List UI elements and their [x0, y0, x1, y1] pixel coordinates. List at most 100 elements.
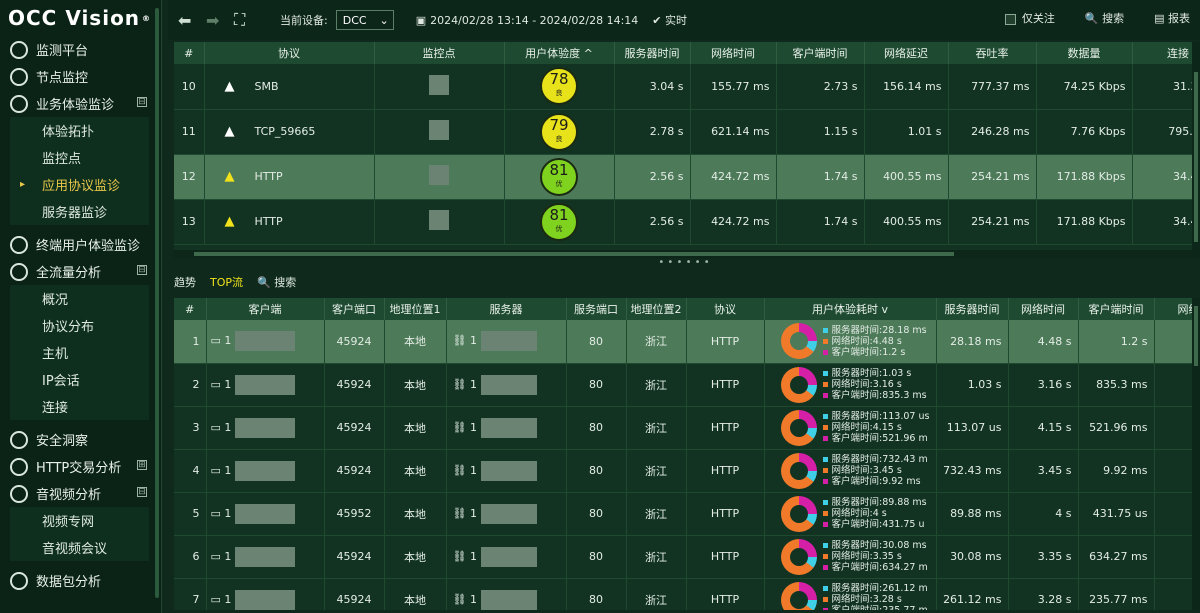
legend-swatch [822, 371, 828, 376]
column-header[interactable]: 用户体验耗时 v [764, 298, 937, 320]
expand-toggle-icon[interactable]: ⊟ [137, 97, 147, 107]
sidebar-item-4[interactable]: 全流量分析 ⊟ [0, 258, 161, 285]
column-header[interactable]: # [174, 298, 207, 320]
table-row[interactable]: 12 ▲ HTTP 81 优 2.56 s 424.72 ms 1.74 s 400.55 ms… [174, 154, 1200, 200]
protocol-name: HTTP [254, 170, 283, 183]
sidebar-subitem[interactable]: 应用协议监诊 [10, 171, 149, 198]
sidebar-subitem[interactable]: 服务器监诊 [10, 198, 149, 225]
legend-swatch [822, 393, 828, 398]
column-header[interactable]: 连接 [1132, 42, 1200, 64]
sidebar-item-6[interactable]: HTTP交易分析 ⊞ [0, 453, 161, 480]
only-focus-checkbox[interactable]: 仅关注 [1004, 10, 1055, 26]
sidebar-subitem[interactable]: 主机 [10, 339, 149, 366]
time-range[interactable]: ▣ 2024/02/28 13:14 - 2024/02/28 14:14 [416, 14, 639, 27]
row-index: 13 [174, 199, 205, 245]
client-cell: ▭ 1 [206, 492, 325, 536]
experience-score-cell: 79 良 [504, 109, 615, 155]
legend-label: 服务器时间: [831, 583, 883, 594]
column-header[interactable]: 协议 [204, 42, 375, 64]
sidebar-item-3[interactable]: 终端用户体验监诊 [0, 231, 161, 258]
table-row[interactable]: 7 ▭ 1 45924 本地 ⛓ 1 80 浙江 HTTP 服务器时间:261.12 m 网络时间… [174, 578, 1194, 610]
time-breakdown-legend: 服务器时间:28.18 ms 网络时间:4.48 s 客户端时间:1.2 s [822, 325, 931, 358]
column-header[interactable]: 服务器时间 [614, 42, 691, 64]
column-header[interactable]: 客户端口 [324, 298, 385, 320]
column-header[interactable]: 监控点 [374, 42, 505, 64]
table-row[interactable]: 11 ▲ TCP_59665 79 良 2.78 s 621.14 ms 1.15 s 1.01… [174, 109, 1200, 155]
column-header[interactable]: 客户端 [206, 298, 325, 320]
sidebar-subitem[interactable]: 体验拓扑 [10, 117, 149, 144]
column-header[interactable]: 客户端时间 [776, 42, 865, 64]
expand-toggle-icon[interactable]: ⊟ [137, 487, 147, 497]
column-header[interactable]: 协议 [686, 298, 765, 320]
experience-time-cell: 服务器时间:732.43 m 网络时间:3.45 s 客户端时间:9.92 ms [764, 449, 937, 493]
sidebar-item-5[interactable]: 安全洞察 [0, 426, 161, 453]
redacted-client-ip [235, 417, 296, 438]
column-header[interactable]: 服务器 [446, 298, 567, 320]
column-header[interactable]: 地理位置2 [626, 298, 687, 320]
time-breakdown-donut [780, 409, 817, 446]
cell-cli: 2.73 s [776, 64, 865, 110]
sidebar-subitem[interactable]: 概况 [10, 285, 149, 312]
panel-splitter[interactable]: • • • • • • [168, 258, 1200, 270]
protocol-table-vscroll[interactable] [1192, 42, 1200, 250]
column-header[interactable]: 地理位置1 [384, 298, 447, 320]
tab-search[interactable]: 🔍 搜索 [257, 274, 296, 290]
column-header[interactable]: 服务端口 [566, 298, 627, 320]
top-flow-vscroll[interactable] [1192, 298, 1200, 610]
forward-arrow-icon[interactable]: ➡ [206, 11, 224, 30]
legend-value: 634.27 m [882, 562, 928, 573]
checkbox-icon [1004, 13, 1016, 25]
sidebar-item-7[interactable]: 音视频分析 ⊟ [0, 480, 161, 507]
legend-line: 服务器时间:89.88 ms [822, 497, 931, 508]
report-button[interactable]: ▤ 报表 [1154, 10, 1190, 26]
table-row[interactable]: 6 ▭ 1 45924 本地 ⛓ 1 80 浙江 HTTP 服务器时间:30.08 ms 网络时间… [174, 535, 1194, 579]
column-header[interactable]: 网络延 [1154, 298, 1194, 320]
sidebar-subitem[interactable]: 连接 [10, 393, 149, 420]
redacted-monitor-point [429, 165, 449, 185]
column-header[interactable]: 网络时间 [690, 42, 777, 64]
fullscreen-icon[interactable]: ⛶ [234, 10, 252, 30]
expand-toggle-icon[interactable]: ⊞ [137, 460, 147, 470]
cell-cli: 431.75 us [1078, 492, 1155, 536]
sidebar-subitem[interactable]: 监控点 [10, 144, 149, 171]
protocol-cell: ▲ HTTP [204, 199, 375, 245]
realtime-toggle[interactable]: ✔ 实时 [652, 12, 687, 28]
device-select[interactable]: DCC ⌄ [335, 10, 394, 30]
row-index: 5 [174, 492, 207, 536]
column-header[interactable]: 用户体验度 ^ [504, 42, 615, 64]
search-button[interactable]: 🔍 搜索 [1085, 10, 1124, 26]
table-row[interactable]: 4 ▭ 1 45924 本地 ⛓ 1 80 浙江 HTTP 服务器时间:732.43 m 网络时间… [174, 449, 1194, 493]
row-index: 3 [174, 406, 207, 450]
sidebar-subitem[interactable]: 音视频会议 [10, 534, 149, 561]
table-row[interactable]: 13 ▲ HTTP 81 优 2.56 s 424.72 ms 1.74 s 400.55 ms… [174, 199, 1200, 245]
column-header[interactable]: 网络时间 [1008, 298, 1079, 320]
tab-trend[interactable]: 趋势 [174, 274, 196, 290]
sidebar-item-8[interactable]: 数据包分析 [0, 567, 161, 594]
sidebar-item-1[interactable]: 节点监控 [0, 63, 161, 90]
sidebar-subitem[interactable]: 视频专网 [10, 507, 149, 534]
legend-swatch [822, 349, 828, 355]
table-row[interactable]: 5 ▭ 1 45952 本地 ⛓ 1 80 浙江 HTTP 服务器时间:89.88 ms 网络时间… [174, 492, 1194, 536]
tab-top-flow[interactable]: TOP流 [210, 274, 243, 290]
expand-toggle-icon[interactable]: ⊟ [137, 265, 147, 275]
search-icon: 🔍 [257, 276, 271, 289]
sidebar-item-0[interactable]: 监测平台 [0, 36, 161, 63]
column-header[interactable]: # [174, 42, 205, 64]
table-row[interactable]: 2 ▭ 1 45924 本地 ⛓ 1 80 浙江 HTTP 服务器时间:1.03 s 网络时间:3… [174, 363, 1194, 407]
table-row[interactable]: 3 ▭ 1 45924 本地 ⛓ 1 80 浙江 HTTP 服务器时间:113.07 us 网络时… [174, 406, 1194, 450]
column-header[interactable]: 网络延迟 [864, 42, 949, 64]
back-arrow-icon[interactable]: ⬅ [178, 11, 196, 30]
table-row[interactable]: 10 ▲ SMB 78 良 3.04 s 155.77 ms 2.73 s 156.14 ms 7… [174, 64, 1200, 110]
column-header[interactable]: 数据量 [1036, 42, 1133, 64]
column-header[interactable]: 客户端时间 [1078, 298, 1155, 320]
sidebar-subitem[interactable]: 协议分布 [10, 312, 149, 339]
column-header[interactable]: 吞吐率 [948, 42, 1037, 64]
sidebar: OCC Vision® 监测平台节点监控业务体验监诊 ⊟ 体验拓扑监控点应用协议监诊… [0, 0, 162, 613]
sidebar-subitem[interactable]: IP会话 [10, 366, 149, 393]
score-badge: 81 优 [540, 157, 578, 196]
sidebar-item-2[interactable]: 业务体验监诊 ⊟ [0, 90, 161, 117]
sidebar-scrollbar[interactable] [155, 8, 159, 598]
table-row[interactable]: 1 ▭ 1 45924 本地 ⛓ 1 80 浙江 HTTP 服务器时间:28.18 ms 网络时间… [174, 320, 1194, 364]
column-header[interactable]: 服务器时间 [936, 298, 1009, 320]
legend-value: 261.12 m [882, 583, 928, 594]
